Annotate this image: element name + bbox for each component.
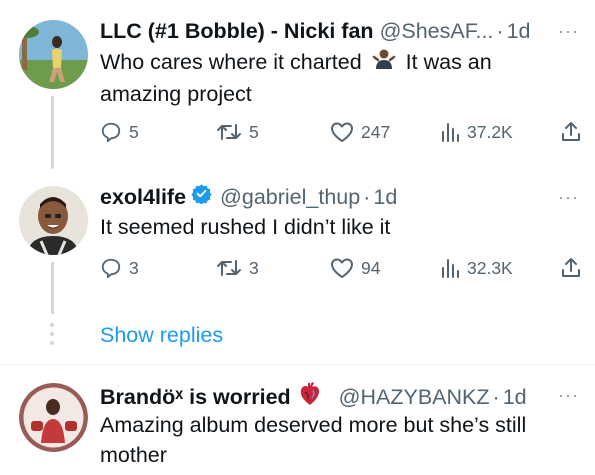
view-count: 32.3K [467, 257, 513, 278]
thread-line [51, 262, 54, 314]
retweet-button[interactable]: 5 [216, 117, 259, 147]
retweet-button[interactable]: 3 [216, 253, 259, 283]
tweet-1[interactable]: LLC (#1 Bobble) - Nicki fan @ShesAF... ·… [0, 0, 595, 169]
display-name[interactable]: Brandöˣ is worried [100, 382, 291, 412]
like-icon [331, 258, 353, 278]
share-button[interactable] [560, 253, 582, 283]
timestamp[interactable]: 1d [507, 16, 531, 46]
avatar[interactable] [19, 20, 88, 89]
reply-icon [101, 122, 121, 143]
tweet-text: It seemed rushed I didn’t like it [100, 215, 391, 239]
like-button[interactable]: 247 [330, 117, 390, 147]
verified-badge-icon [191, 182, 212, 212]
action-bar: 5 5 247 37.2K [100, 117, 585, 147]
tweet-3[interactable]: Brandöˣ is worried @HAZYBANKZ · 1d ··· A… [0, 365, 595, 475]
handle[interactable]: @HAZYBANKZ [339, 382, 490, 412]
retweet-icon [217, 124, 241, 140]
tweet-text: Amazing album deserved more but she’s st… [100, 413, 527, 467]
person-shrugging-emoji [372, 47, 396, 79]
like-button[interactable]: 94 [330, 253, 380, 283]
more-icon[interactable]: ··· [558, 16, 579, 46]
share-icon [562, 122, 580, 141]
handle[interactable]: @ShesAF... [380, 16, 494, 46]
share-button[interactable] [560, 117, 582, 147]
show-replies-link[interactable]: Show replies [100, 321, 223, 349]
anatomical-heart-emoji [299, 380, 321, 414]
tweet-text: Who cares where it charted It was an ama… [100, 47, 570, 109]
retweet-count: 3 [249, 257, 259, 278]
like-icon [331, 122, 353, 142]
reply-count: 5 [129, 121, 139, 142]
reply-button[interactable]: 5 [100, 117, 139, 147]
thread-line [51, 96, 54, 169]
tweet-2[interactable]: exol4life @gabriel_thup · 1d ··· It seem… [0, 168, 595, 318]
timestamp[interactable]: 1d [503, 382, 527, 412]
display-name[interactable]: exol4life [100, 182, 186, 212]
avatar[interactable] [19, 383, 88, 452]
views-icon [442, 123, 459, 142]
reply-count: 3 [129, 257, 139, 278]
tweet-header: LLC (#1 Bobble) - Nicki fan @ShesAF... ·… [100, 16, 531, 46]
view-count: 37.2K [467, 121, 513, 142]
retweet-count: 5 [249, 121, 259, 142]
views-icon [442, 259, 459, 278]
separator-dot: · [363, 185, 371, 209]
reply-icon [101, 258, 121, 279]
views-button[interactable]: 37.2K [440, 117, 513, 147]
tweet-header: Brandöˣ is worried @HAZYBANKZ · 1d [100, 380, 527, 414]
avatar[interactable] [19, 186, 88, 255]
display-name[interactable]: LLC (#1 Bobble) - Nicki fan [100, 16, 374, 46]
timestamp[interactable]: 1d [373, 182, 397, 212]
separator-dot: · [492, 385, 500, 409]
retweet-icon [217, 260, 241, 276]
reply-button[interactable]: 3 [100, 253, 139, 283]
handle[interactable]: @gabriel_thup [220, 182, 360, 212]
tweet-text-part1: Who cares where it charted [100, 50, 362, 74]
like-count: 94 [361, 257, 381, 278]
views-button[interactable]: 32.3K [440, 253, 513, 283]
like-count: 247 [361, 121, 391, 142]
action-bar: 3 3 94 32.3K [100, 253, 585, 283]
more-icon[interactable]: ··· [558, 182, 579, 212]
separator-dot: · [496, 19, 504, 43]
share-icon [562, 258, 580, 277]
more-icon[interactable]: ··· [558, 380, 579, 410]
thread-continuation-dots [50, 323, 55, 345]
tweet-header: exol4life @gabriel_thup · 1d [100, 182, 397, 212]
